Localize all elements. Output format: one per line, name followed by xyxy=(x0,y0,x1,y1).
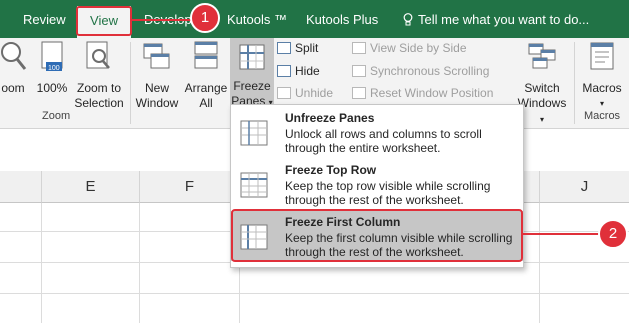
tell-me-text: Tell me what you want to do... xyxy=(418,12,590,27)
zoom-selection-label-1: Zoom to xyxy=(76,81,121,95)
hundred-percent-icon: 100 xyxy=(41,41,63,72)
hide-icon xyxy=(277,65,291,77)
new-window-button[interactable]: New Window xyxy=(134,40,180,111)
chevron-down-icon: ▾ xyxy=(539,115,544,124)
switch-windows-icon xyxy=(528,43,556,69)
tell-me-search[interactable]: Tell me what you want to do... xyxy=(403,0,589,38)
menu-item-desc: Keep the top row visible while scrolling… xyxy=(285,179,491,207)
unfreeze-panes-icon xyxy=(240,120,268,146)
zoom-to-selection-button[interactable]: Zoom to Selection xyxy=(71,40,127,111)
view-tab-highlight xyxy=(76,6,132,36)
column-header-e[interactable]: E xyxy=(42,171,140,203)
zoom-label: oom xyxy=(1,81,25,95)
menu-item-freeze-top-row[interactable]: Freeze Top Row Keep the top row visible … xyxy=(231,159,523,209)
magnifier-icon xyxy=(1,42,27,70)
lightbulb-icon xyxy=(403,13,413,26)
tab-kutools-plus[interactable]: Kutools Plus xyxy=(306,0,378,38)
column-header-j[interactable]: J xyxy=(540,171,629,203)
group-divider xyxy=(574,42,575,124)
zoom-100-label: 100% xyxy=(36,81,68,95)
chevron-down-icon: ▾ xyxy=(599,99,604,108)
unhide-label: Unhide xyxy=(295,86,334,100)
zoom-selection-icon xyxy=(86,41,110,69)
reset-window-position-button[interactable]: Reset Window Position xyxy=(352,85,493,101)
freeze-panes-label-1: Freeze xyxy=(233,79,271,93)
freeze-first-column-highlight xyxy=(231,209,523,262)
freeze-panes-button[interactable]: Freeze Panes ▾ xyxy=(230,38,274,108)
arrange-all-button[interactable]: Arrange All xyxy=(182,40,230,111)
freeze-panes-icon xyxy=(239,44,265,70)
gridline xyxy=(0,293,629,294)
new-window-label-1: New xyxy=(144,81,169,95)
menu-item-title: Unfreeze Panes xyxy=(285,111,375,125)
menu-item-unfreeze-panes[interactable]: Unfreeze Panes Unlock all rows and colum… xyxy=(231,107,523,157)
macros-group-label: Macros xyxy=(584,110,621,122)
unhide-button[interactable]: Unhide xyxy=(277,85,333,101)
column-header-d[interactable] xyxy=(0,171,42,203)
zoom-button[interactable]: oom xyxy=(0,40,30,96)
macros-icon xyxy=(590,42,614,70)
zoom-selection-label-2: Selection xyxy=(74,96,124,110)
svg-text:100: 100 xyxy=(48,65,60,72)
sync-scroll-icon xyxy=(352,65,366,77)
callout-2-connector xyxy=(523,233,601,235)
group-divider xyxy=(130,42,131,124)
synchronous-scrolling-label: Synchronous Scrolling xyxy=(370,64,490,78)
tab-kutools[interactable]: Kutools ™ xyxy=(227,0,287,38)
arrange-all-label-1: Arrange xyxy=(184,81,228,95)
zoom-100-button[interactable]: 100 100% xyxy=(36,40,68,96)
hide-button[interactable]: Hide xyxy=(277,63,320,79)
view-side-by-side-button[interactable]: View Side by Side xyxy=(352,40,467,56)
view-side-by-side-label: View Side by Side xyxy=(370,41,467,55)
reset-window-position-label: Reset Window Position xyxy=(370,86,494,100)
side-by-side-icon xyxy=(352,42,366,54)
split-button[interactable]: Split xyxy=(277,40,318,56)
gridline xyxy=(139,203,140,323)
switch-windows-label-1: Switch xyxy=(524,81,560,95)
macros-button[interactable]: Macros ▾ xyxy=(578,40,626,111)
menu-item-title: Freeze Top Row xyxy=(285,163,377,177)
arrange-all-icon xyxy=(194,41,218,69)
gridline xyxy=(539,203,540,323)
split-icon xyxy=(277,42,291,54)
menu-item-desc: Unlock all rows and columns to scroll th… xyxy=(285,127,482,155)
reset-position-icon xyxy=(352,87,366,99)
gridline xyxy=(41,203,42,323)
new-window-icon xyxy=(143,43,170,69)
callout-1-connector xyxy=(132,19,194,21)
unhide-icon xyxy=(277,87,291,99)
column-header-f[interactable]: F xyxy=(140,171,240,203)
split-label: Split xyxy=(295,41,319,55)
arrange-all-label-2: All xyxy=(199,96,213,110)
new-window-label-2: Window xyxy=(135,96,179,110)
freeze-top-row-icon xyxy=(240,172,268,198)
tab-review[interactable]: Review xyxy=(23,0,66,38)
switch-windows-label-2: Windows xyxy=(517,96,567,110)
callout-badge-2: 2 xyxy=(598,219,628,249)
hide-label: Hide xyxy=(295,64,320,78)
callout-badge-1: 1 xyxy=(190,3,220,33)
zoom-group-label: Zoom xyxy=(42,110,71,122)
synchronous-scrolling-button[interactable]: Synchronous Scrolling xyxy=(352,63,489,79)
macros-label: Macros xyxy=(582,81,622,95)
